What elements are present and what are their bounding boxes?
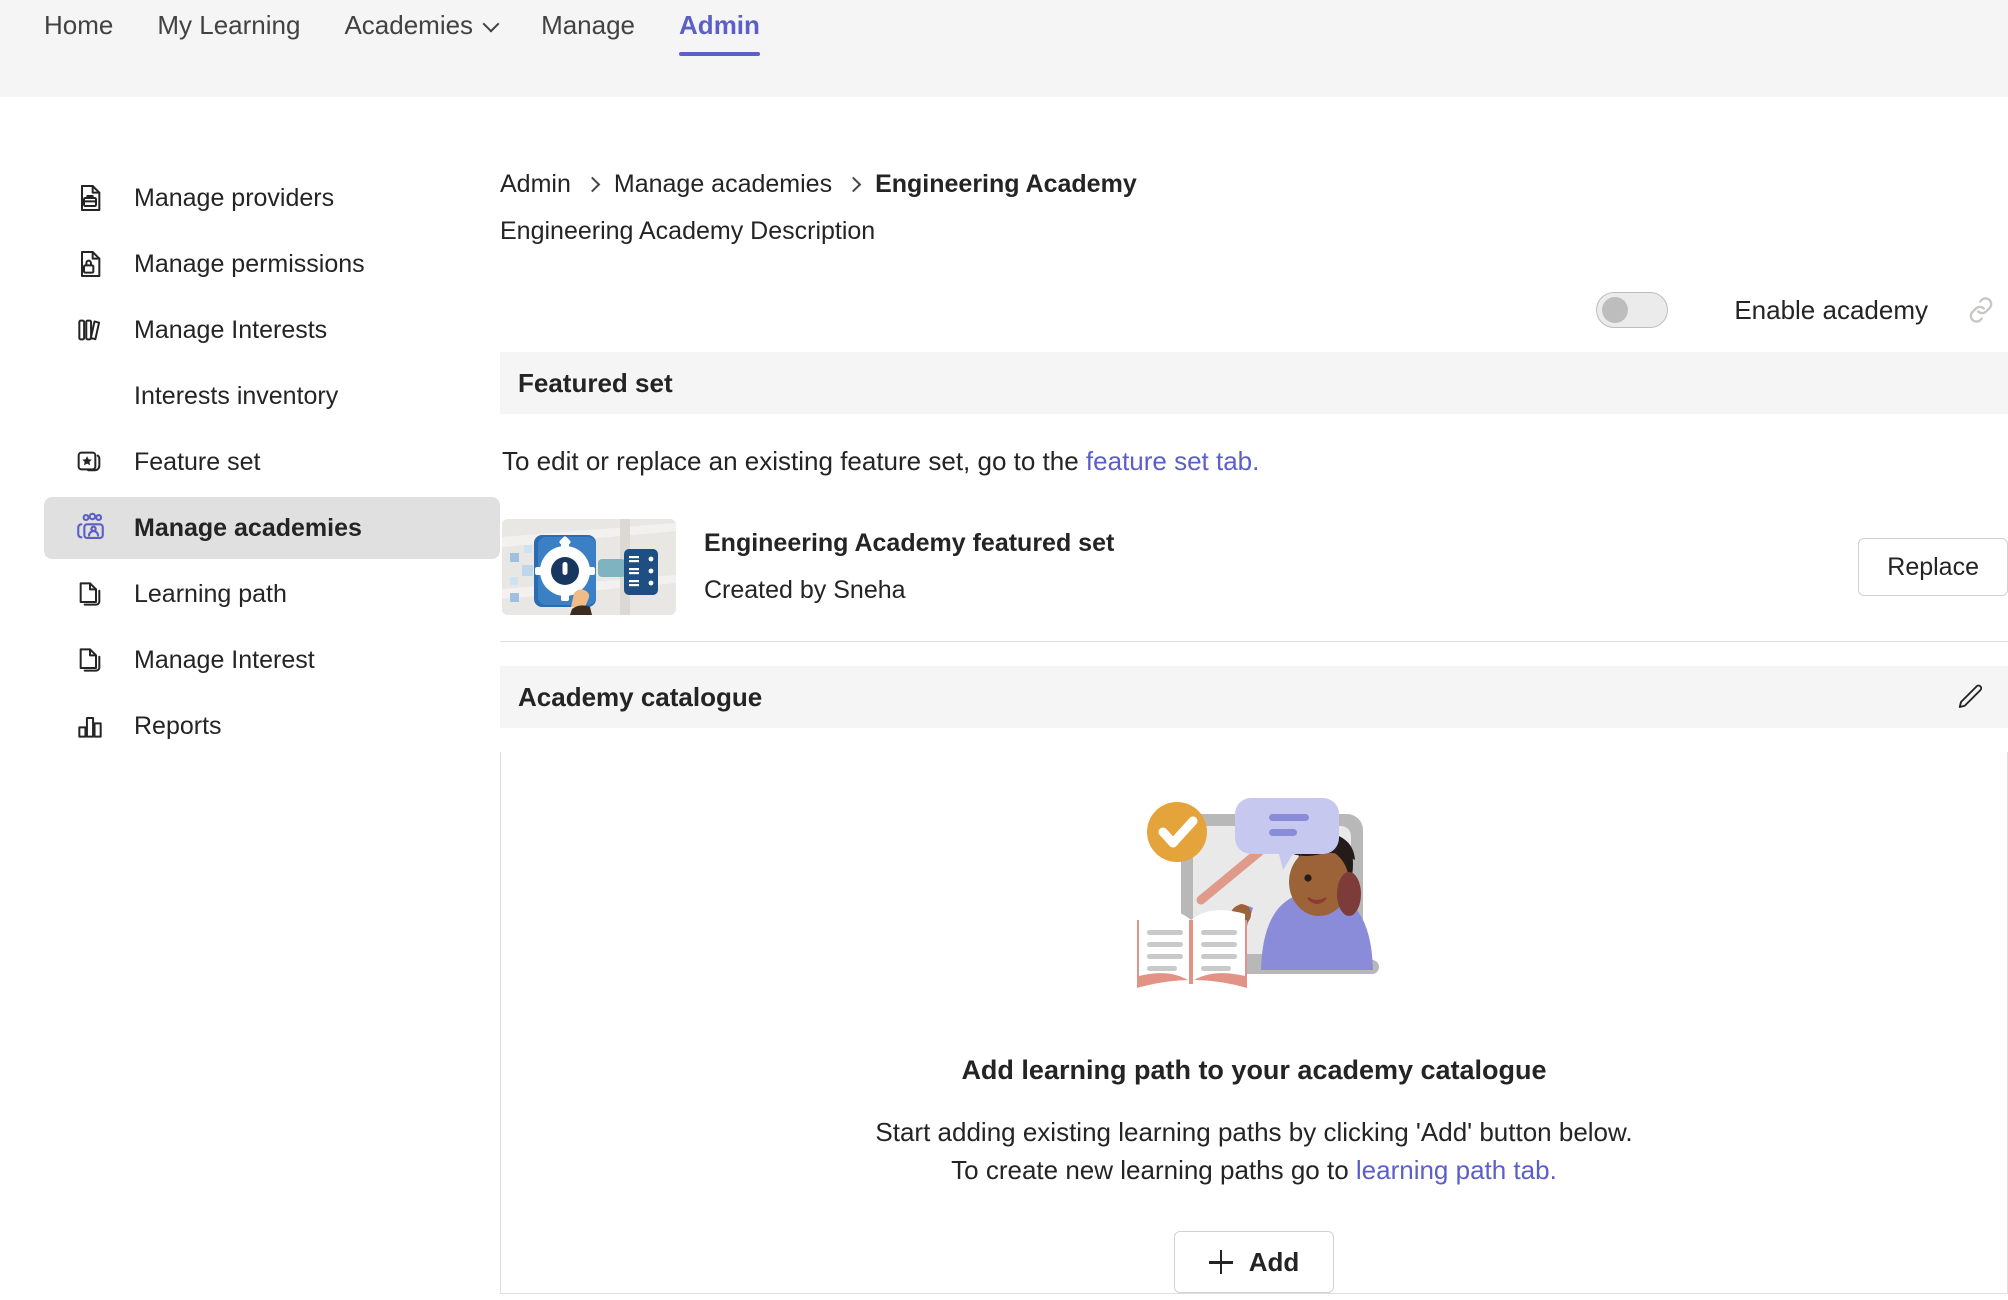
nav-item-label: Home	[44, 10, 114, 40]
sidebar-item-label: Learning path	[134, 579, 287, 608]
nav-item-label: Academies	[344, 10, 474, 40]
link-icon[interactable]	[1964, 293, 1998, 327]
nav-item-label: Manage	[541, 10, 636, 40]
enable-academy-row: Enable academy	[500, 292, 2008, 328]
star-stack-icon	[74, 446, 116, 478]
lock-document-icon	[74, 248, 116, 280]
featured-set-item-author: Created by Sneha	[704, 576, 906, 604]
nav-item-home[interactable]: Home	[22, 0, 135, 50]
main-content: Admin Manage academies Engineering Acade…	[500, 167, 2008, 1295]
add-button-label: Add	[1248, 1246, 1300, 1277]
top-navigation-bar: Home My Learning Academies Manage Admin	[0, 0, 2008, 97]
sidebar-item-feature-set[interactable]: Feature set	[44, 431, 500, 493]
featured-set-header: Featured set	[500, 352, 2008, 414]
sidebar-item-label: Reports	[134, 711, 222, 740]
add-button[interactable]: Add	[1173, 1231, 1335, 1294]
chevron-right-icon	[584, 176, 601, 192]
sidebar-item-manage-interest[interactable]: Manage Interest	[44, 629, 500, 691]
books-icon	[74, 314, 116, 346]
breadcrumb-item-manage-academies[interactable]: Manage academies	[614, 170, 832, 199]
nav-item-my-learning[interactable]: My Learning	[135, 0, 322, 50]
featured-set-thumbnail	[502, 519, 676, 615]
page-body: Manage providers Manage permissions Manage…	[0, 97, 2008, 1295]
nav-item-label: Admin	[679, 10, 760, 40]
featured-set-meta: Engineering Academy featured set Created…	[704, 529, 1858, 605]
nav-item-academies[interactable]: Academies	[322, 0, 519, 50]
academy-catalogue-empty-state: Add learning path to your academy catalo…	[500, 752, 2008, 1295]
teacher-laptop-illustration	[1123, 774, 1385, 1001]
bar-chart-icon	[74, 710, 116, 742]
sidebar-item-label: Manage Interests	[134, 315, 328, 344]
nav-item-label: My Learning	[157, 10, 301, 40]
sidebar-item-label: Interests inventory	[134, 381, 339, 410]
sidebar-item-manage-permissions[interactable]: Manage permissions	[44, 233, 500, 295]
sidebar-item-reports[interactable]: Reports	[44, 695, 500, 757]
learning-path-tab-link[interactable]: learning path tab.	[1356, 1155, 1557, 1185]
featured-set-item-row: Engineering Academy featured set Created…	[500, 497, 2008, 642]
breadcrumb-item-current: Engineering Academy	[875, 169, 1137, 198]
empty-state-description: Start adding existing learning paths by …	[875, 1114, 1632, 1189]
top-nav-items: Home My Learning Academies Manage Admin	[22, 0, 782, 56]
sidebar-item-label: Feature set	[134, 447, 261, 476]
academy-description: Engineering Academy Description	[500, 217, 876, 245]
toggle-knob	[1602, 297, 1629, 323]
empty-state-line-2-prefix: To create new learning paths go to	[951, 1154, 1356, 1185]
sidebar-item-label: Manage academies	[134, 513, 362, 542]
sidebar-item-label: Manage Interest	[134, 645, 315, 674]
nav-item-admin[interactable]: Admin	[657, 0, 782, 56]
enable-academy-label: Enable academy	[1734, 294, 1928, 325]
chevron-right-icon	[845, 176, 862, 192]
nav-item-manage[interactable]: Manage	[519, 0, 657, 50]
featured-set-helper-text: To edit or replace an existing feature s…	[502, 446, 1086, 476]
toolbox-document-icon	[74, 182, 116, 214]
feature-set-tab-link[interactable]: feature set tab.	[1086, 446, 1259, 476]
plus-icon	[1208, 1250, 1233, 1275]
admin-sidebar: Manage providers Manage permissions Manage…	[0, 167, 500, 1294]
academy-catalogue-header: Academy catalogue	[500, 666, 2008, 728]
pencil-icon[interactable]	[1956, 682, 1986, 712]
replace-button[interactable]: Replace	[1858, 538, 2008, 596]
featured-set-helper: To edit or replace an existing feature s…	[502, 446, 2008, 477]
sidebar-item-manage-interests[interactable]: Manage Interests	[44, 299, 500, 361]
chevron-down-icon	[482, 15, 500, 33]
sidebar-item-manage-academies[interactable]: Manage academies	[44, 497, 500, 559]
sidebar-item-label: Manage permissions	[134, 249, 365, 278]
featured-set-item-title: Engineering Academy featured set	[704, 529, 1115, 557]
documents-icon	[74, 578, 116, 610]
sidebar-item-interests-inventory[interactable]: Interests inventory	[44, 365, 500, 427]
sidebar-item-manage-providers[interactable]: Manage providers	[44, 167, 500, 229]
documents-icon	[74, 644, 116, 676]
breadcrumb: Admin Manage academies Engineering Acade…	[500, 167, 2008, 201]
people-teacher-icon	[74, 511, 116, 545]
empty-state-line-1: Start adding existing learning paths by …	[875, 1117, 1633, 1147]
sidebar-item-label: Manage providers	[134, 183, 335, 212]
breadcrumb-item-admin[interactable]: Admin	[500, 170, 571, 199]
enable-academy-toggle[interactable]	[1596, 292, 1669, 328]
empty-state-title: Add learning path to your academy catalo…	[961, 1055, 1547, 1085]
academy-catalogue-title: Academy catalogue	[518, 681, 763, 712]
sidebar-item-learning-path[interactable]: Learning path	[44, 563, 500, 625]
featured-set-title: Featured set	[518, 367, 673, 398]
